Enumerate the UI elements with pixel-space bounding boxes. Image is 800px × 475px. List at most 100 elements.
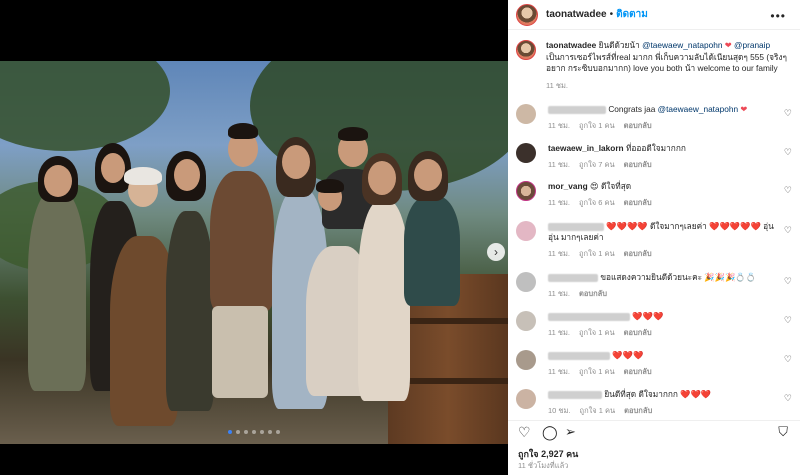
like-comment-icon[interactable]: ♡ (784, 393, 792, 404)
caption-time: 11 ชม. (546, 80, 568, 90)
like-comment-icon[interactable]: ♡ (784, 108, 792, 119)
like-count[interactable]: ถูกใจ 2,927 คน (518, 447, 578, 461)
caption-text: ยินดีด้วยน้า (598, 40, 640, 50)
post-photo[interactable] (0, 61, 508, 444)
comment-time: 11 ชม. (548, 289, 570, 298)
comment-like-count[interactable]: ถูกใจ 1 คน (579, 249, 615, 258)
reply-button[interactable]: ตอบกลับ (624, 121, 652, 130)
comment-username[interactable]: mor_vang (548, 181, 588, 191)
heart-emoji: ❤ (740, 104, 748, 114)
post-caption: taonatwadee ยินดีด้วยน้า @taewaew_natapo… (516, 40, 792, 91)
post-header: taonatwadee • ติดตาม ••• (508, 0, 800, 30)
comment-username-redacted (548, 351, 610, 360)
comment-text: ขอแสดงความยินดีด้วยนะคะ 🎉🎉🎉💍💍 (600, 272, 757, 282)
comment-item: Congrats jaa @taewaew_natapohn ❤ 11 ชม. ถ… (516, 104, 792, 131)
avatar[interactable] (516, 389, 536, 409)
avatar[interactable] (516, 143, 536, 163)
post-side-panel: taonatwadee • ติดตาม ••• taonatwadee ยิน… (508, 0, 800, 475)
like-comment-icon[interactable]: ♡ (784, 354, 792, 365)
like-comment-icon[interactable]: ♡ (784, 147, 792, 158)
carousel-dot (276, 430, 280, 434)
like-comment-icon[interactable]: ♡ (784, 276, 792, 287)
paper-plane-icon[interactable]: ➢ (565, 424, 576, 440)
comment-time: 11 ชม. (548, 160, 570, 169)
comment-username-redacted (548, 273, 598, 282)
avatar[interactable] (516, 221, 536, 241)
comment-text: ดีใจที่สุด (600, 181, 632, 191)
comment-item: ❤️❤️❤️❤️ ดีใจมากๆเลยค่า ❤️❤️❤️❤️❤️ อุ่นอ… (516, 221, 792, 259)
reply-button[interactable]: ตอบกลับ (624, 328, 652, 337)
emoji: 😍 (589, 181, 599, 191)
comment-text: ที่อออดีใจมากกก (625, 143, 686, 153)
avatar[interactable] (516, 3, 538, 26)
post-media: › (0, 0, 508, 475)
comment-item: ❤️❤️❤️ 11 ชม. ถูกใจ 1 คน ตอบกลับ ♡ (516, 311, 792, 338)
avatar[interactable] (516, 104, 536, 124)
mention-link[interactable]: @pranaip (734, 40, 770, 50)
reply-button[interactable]: ตอบกลับ (579, 289, 607, 298)
carousel-dot (236, 430, 240, 434)
carousel-dots (0, 430, 508, 434)
like-comment-icon[interactable]: ♡ (784, 185, 792, 196)
comment-like-count[interactable]: ถูกใจ 1 คน (579, 121, 615, 130)
avatar[interactable] (516, 181, 536, 201)
comment-text: ❤️❤️❤️ (632, 311, 664, 321)
comment-text: Congrats jaa (608, 104, 656, 114)
comment-time: 11 ชม. (548, 367, 570, 376)
comment-item: mor_vang 😍 ดีใจที่สุด 11 ชม. ถูกใจ 6 คน ตอ… (516, 181, 792, 208)
comment-like-count[interactable]: ถูกใจ 7 คน (579, 160, 615, 169)
carousel-dot (228, 430, 232, 434)
post-timestamp: 11 ชั่วโมงที่แล้ว (518, 461, 569, 470)
comment-username[interactable]: taewaew_in_lakorn (548, 143, 624, 153)
carousel-dot (252, 430, 256, 434)
comment-username-redacted (548, 222, 604, 231)
comment-item: ขอแสดงความยินดีด้วยนะคะ 🎉🎉🎉💍💍 11 ชม. ตอบก… (516, 272, 792, 299)
heart-emoji: ❤ (724, 40, 732, 50)
comment-username-redacted (548, 390, 602, 399)
comment-like-count[interactable]: ถูกใจ 1 คน (579, 328, 615, 337)
mention-link[interactable]: @taewaew_natapohn (642, 40, 722, 50)
avatar[interactable] (516, 350, 536, 370)
like-comment-icon[interactable]: ♡ (784, 315, 792, 326)
caption-username[interactable]: taonatwadee (546, 40, 596, 50)
more-options-icon[interactable]: ••• (770, 9, 786, 23)
carousel-dot (244, 430, 248, 434)
header-separator: • (609, 9, 614, 20)
comment-time: 11 ชม. (548, 198, 570, 207)
post-action-bar: ♡ ◯ ➢ ⛉ (508, 420, 800, 442)
comment-text: ❤️❤️❤️ (612, 350, 644, 360)
avatar[interactable] (516, 311, 536, 331)
comment-text: ยินดีที่สุด ดีใจมากกก ❤️❤️❤️ (604, 389, 712, 399)
reply-button[interactable]: ตอบกลับ (624, 367, 652, 376)
carousel-next-button[interactable]: › (487, 243, 505, 261)
comment-username-redacted (548, 312, 630, 321)
reply-button[interactable]: ตอบกลับ (624, 198, 652, 207)
comment-time: 11 ชม. (548, 121, 570, 130)
comment-time: 11 ชม. (548, 328, 570, 337)
mention-link[interactable]: @taewaew_natapohn (658, 104, 738, 114)
author-username[interactable]: taonatwadee (546, 9, 607, 20)
comment-like-count[interactable]: ถูกใจ 6 คน (579, 198, 615, 207)
comment-item: ยินดีที่สุด ดีใจมากกก ❤️❤️❤️ 10 ชม. ถูกใจ… (516, 389, 792, 416)
comment-icon[interactable]: ◯ (542, 424, 558, 441)
reply-button[interactable]: ตอบกลับ (624, 406, 652, 415)
carousel-dot (260, 430, 264, 434)
reply-button[interactable]: ตอบกลับ (624, 249, 652, 258)
comment-like-count[interactable]: ถูกใจ 1 คน (580, 406, 616, 415)
avatar[interactable] (516, 40, 536, 60)
comment-item: ❤️❤️❤️ 11 ชม. ถูกใจ 1 คน ตอบกลับ ♡ (516, 350, 792, 377)
comment-like-count[interactable]: ถูกใจ 1 คน (579, 367, 615, 376)
heart-outline-icon[interactable]: ♡ (518, 424, 531, 441)
caption-text: เป็นการเซอร์ไพรส์ที่real มากก พี่เก็บควา… (546, 51, 787, 74)
comment-time: 10 ชม. (548, 406, 571, 415)
instagram-post: › taonatwadee • ติดตาม ••• taonatwadee ย… (0, 0, 800, 475)
comment-item: taewaew_in_lakorn ที่อออดีใจมากกก 11 ชม.… (516, 143, 792, 170)
follow-button[interactable]: ติดตาม (616, 7, 648, 22)
bookmark-icon[interactable]: ⛉ (778, 424, 788, 440)
comment-username-redacted (548, 105, 606, 114)
like-comment-icon[interactable]: ♡ (784, 225, 792, 236)
reply-button[interactable]: ตอบกลับ (624, 160, 652, 169)
avatar[interactable] (516, 272, 536, 292)
comment-time: 11 ชม. (548, 249, 570, 258)
carousel-dot (268, 430, 272, 434)
